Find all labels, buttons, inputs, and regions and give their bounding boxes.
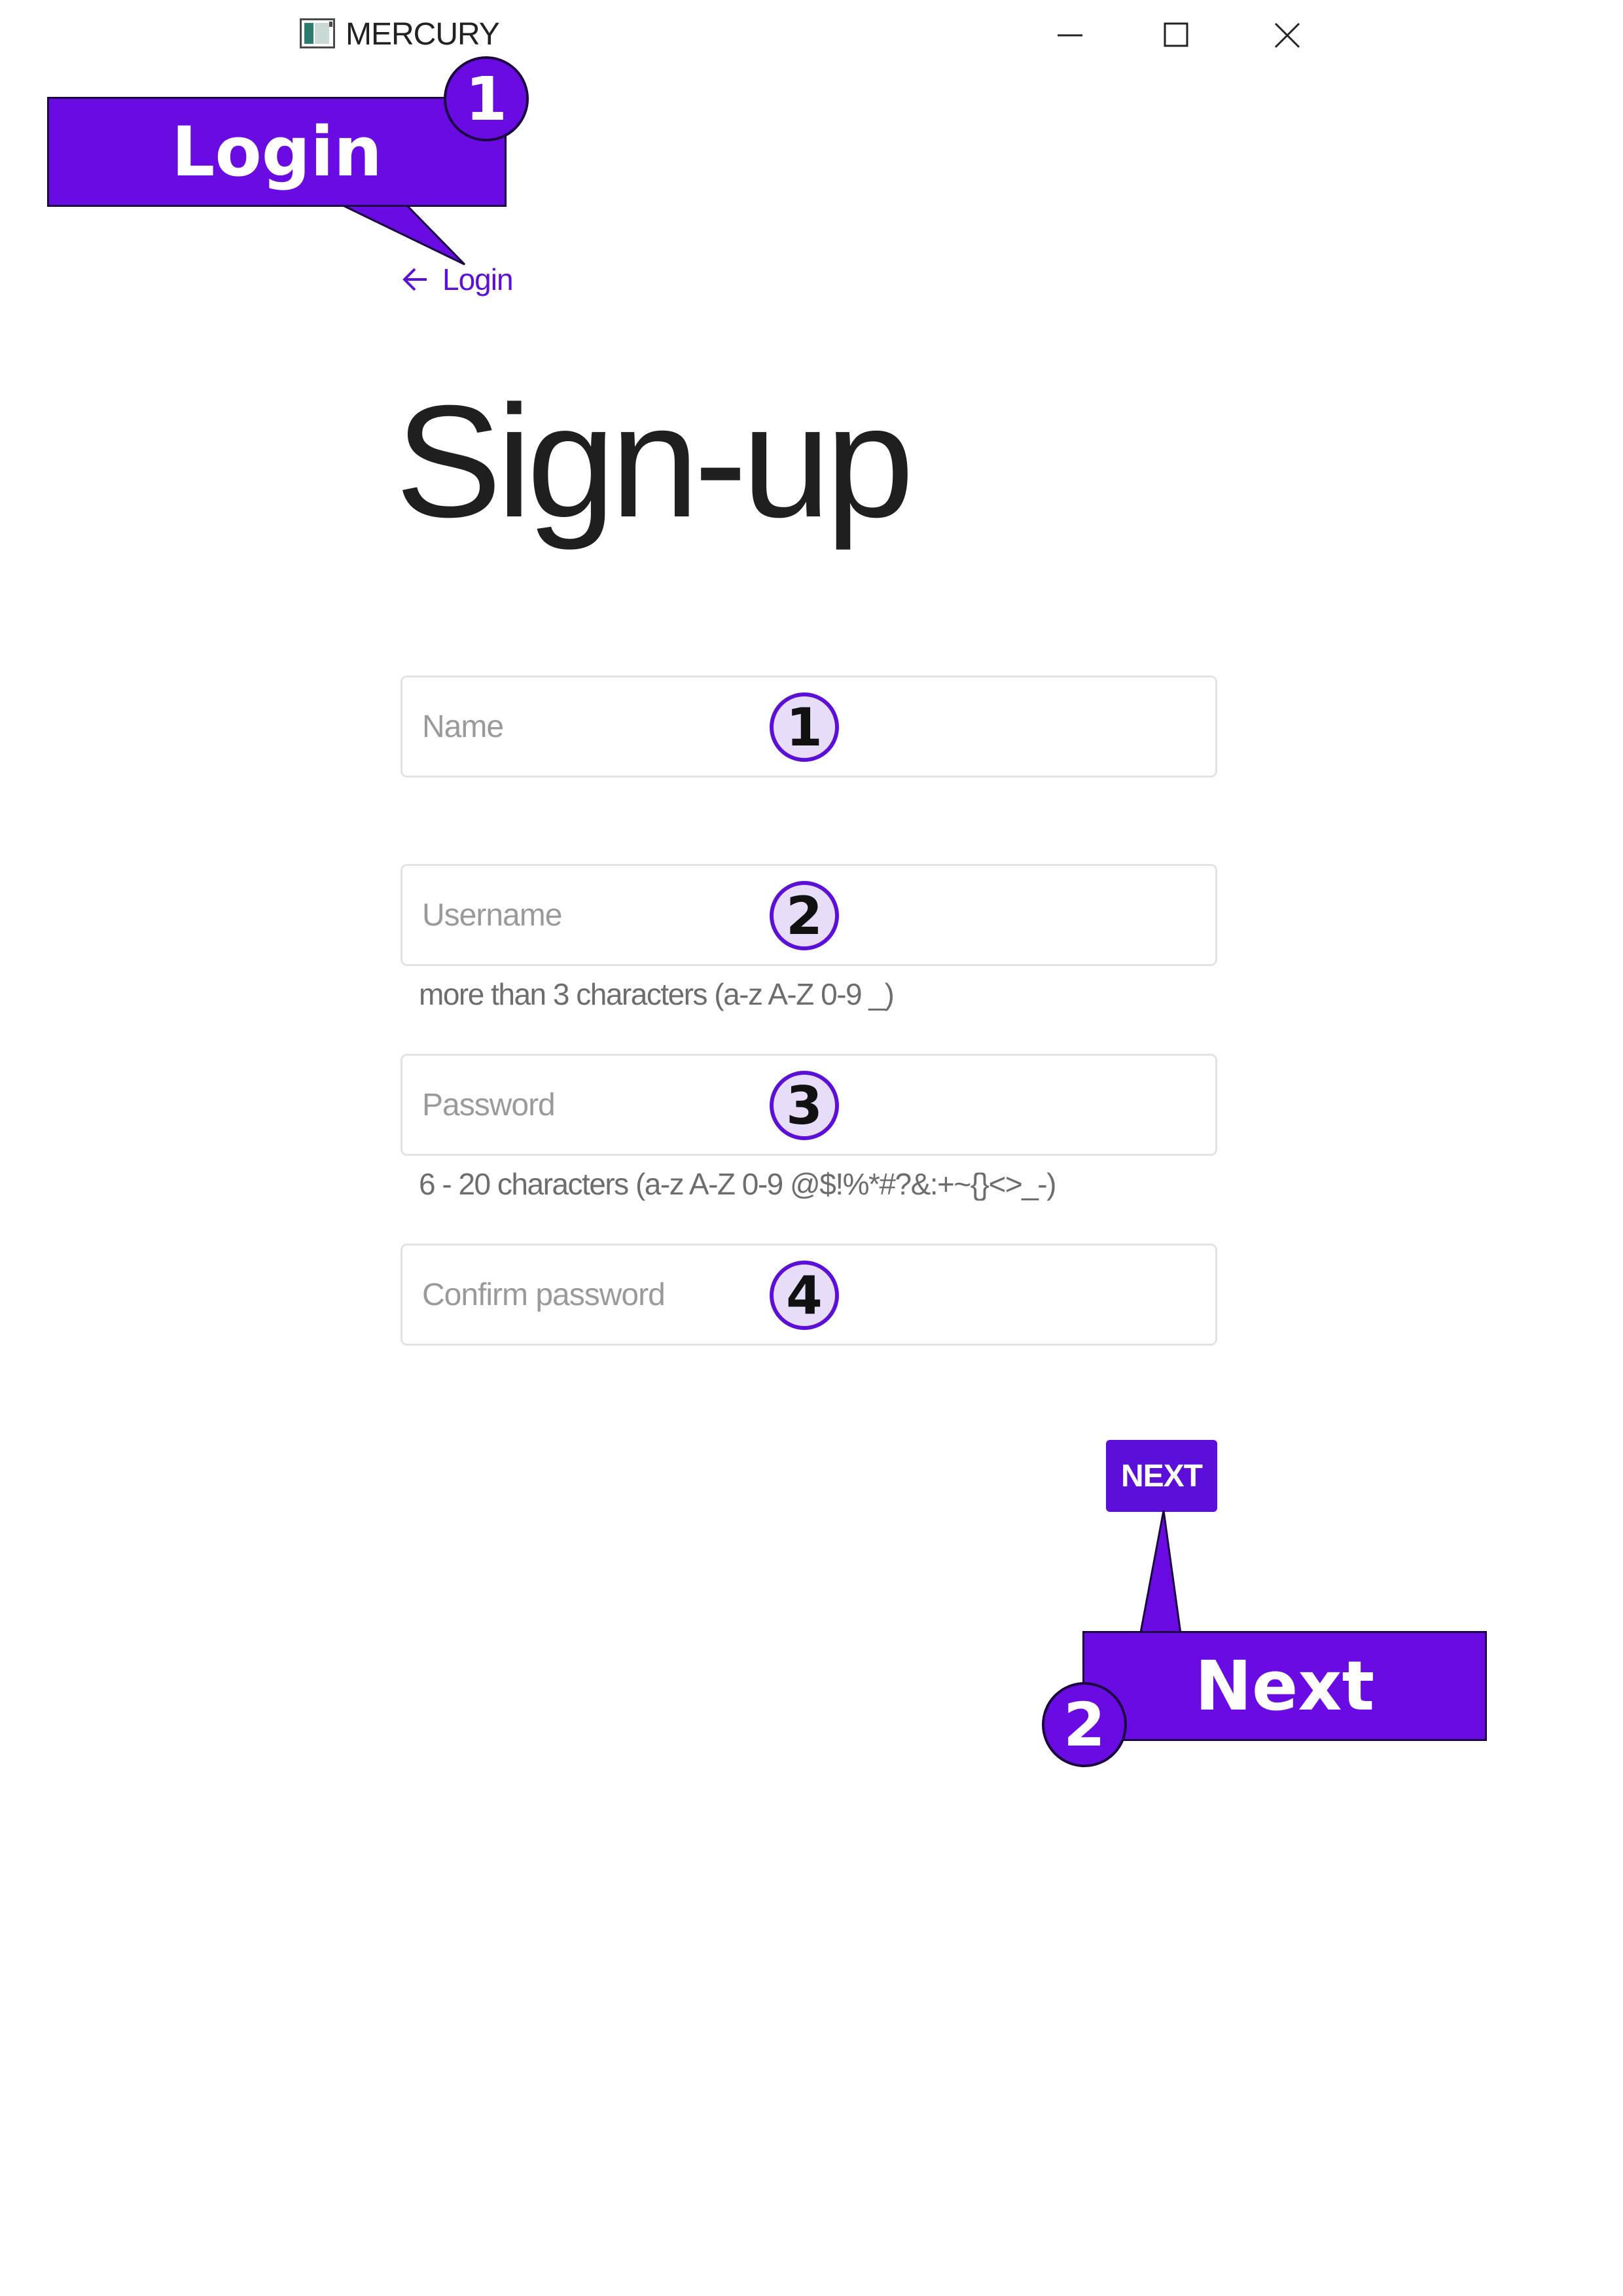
callout-login-pointer	[336, 196, 466, 266]
field-number-badge-1: 1	[770, 692, 839, 762]
password-hint: 6 - 20 characters (a-z A-Z 0-9 @$!%*#?&:…	[419, 1167, 1056, 1201]
window-app-icon	[300, 18, 335, 48]
callout-number-badge-1: 1	[444, 56, 529, 141]
minimize-icon	[1058, 34, 1082, 37]
field-number-badge-2: 2	[770, 881, 839, 950]
close-button[interactable]	[1251, 12, 1323, 58]
maximize-button[interactable]	[1140, 12, 1212, 58]
minimize-button[interactable]	[1034, 12, 1106, 58]
field-number-badge-4: 4	[770, 1261, 839, 1330]
callout-number-badge-2: 2	[1042, 1682, 1127, 1767]
callout-next-box: Next	[1082, 1631, 1487, 1741]
page-title: Sign-up	[395, 372, 914, 550]
callout-login-box: Login	[47, 97, 507, 207]
window-title: MERCURY	[346, 17, 500, 52]
next-button[interactable]: NEXT	[1106, 1440, 1217, 1512]
field-number-badge-3: 3	[770, 1071, 839, 1140]
username-hint: more than 3 characters (a-z A-Z 0-9 _)	[419, 977, 895, 1011]
maximize-icon	[1164, 22, 1188, 47]
close-icon	[1274, 22, 1300, 48]
callout-next-pointer	[1135, 1510, 1187, 1649]
